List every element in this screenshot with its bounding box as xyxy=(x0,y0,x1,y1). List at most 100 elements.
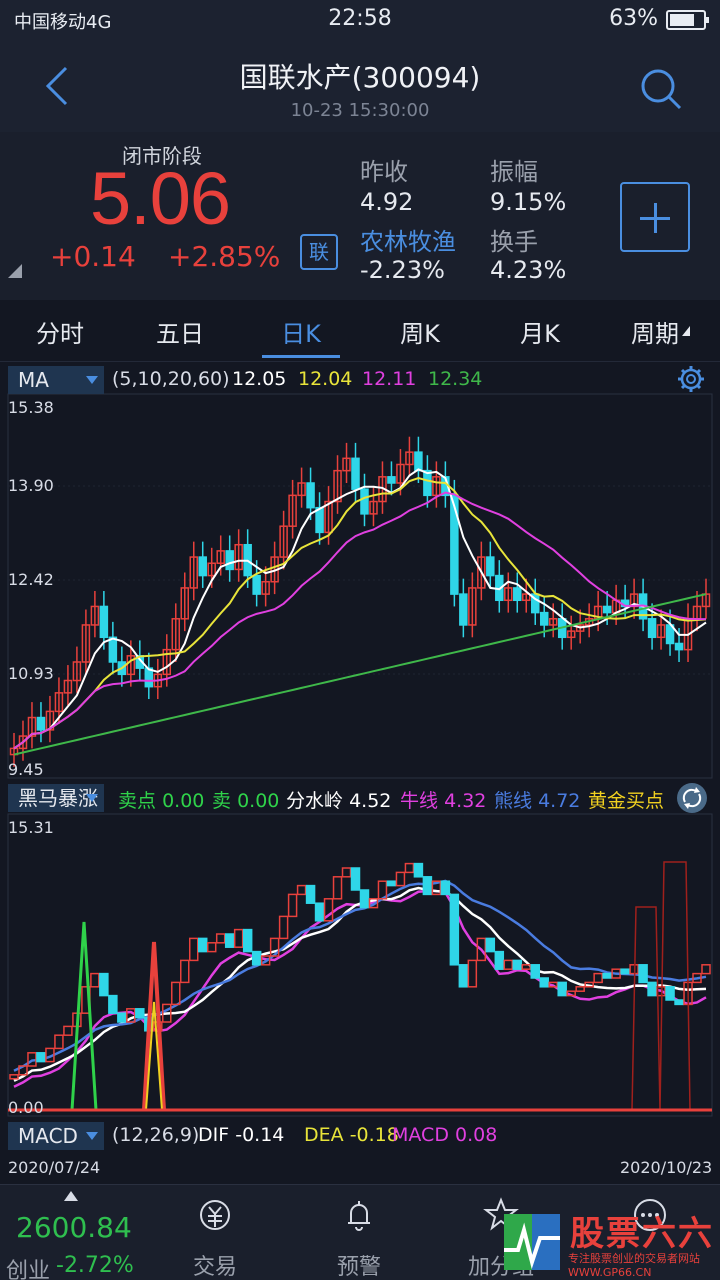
stair-box xyxy=(54,1034,64,1050)
candle-body xyxy=(414,451,423,472)
candle-body xyxy=(36,716,46,731)
candle-body xyxy=(486,556,495,577)
ind-sell: 卖 0.00 xyxy=(212,790,280,812)
ind-bear-line: 熊线 4.72 xyxy=(494,790,581,812)
sector-link[interactable]: 农林牧渔 xyxy=(360,222,456,257)
stair-box xyxy=(602,972,612,979)
nav-bar: 国联水产(300094) 10-23 15:30:00 xyxy=(0,40,720,132)
candle-body xyxy=(108,636,118,663)
watershed-line xyxy=(13,886,707,1082)
macd-dif: DIF -0.14 xyxy=(198,1124,285,1146)
period-tabs: 分时 五日 日K 周K 月K 周期 xyxy=(0,300,720,362)
stair-box xyxy=(215,933,226,944)
stair-box xyxy=(503,959,514,970)
candle-body xyxy=(513,587,522,602)
stair-box xyxy=(36,1052,46,1063)
ma10-value: 12.04 xyxy=(298,368,353,390)
tab-monthly-k[interactable]: 月K xyxy=(500,314,580,349)
prev-close-value: 4.92 xyxy=(360,188,414,216)
price-axis-2: 13.90 xyxy=(8,476,54,495)
stair-box xyxy=(539,977,549,988)
stair-box xyxy=(440,880,451,896)
stair-box xyxy=(287,893,298,918)
tab-daily-k[interactable]: 日K xyxy=(262,314,340,349)
tab-intraday[interactable]: 分时 xyxy=(20,314,100,349)
price-change: +0.14 xyxy=(50,240,136,273)
nav-alert[interactable]: 预警 xyxy=(304,1195,414,1280)
stair-box xyxy=(575,986,585,992)
turnover-value: 4.23% xyxy=(490,256,567,284)
kline-chart-svg[interactable] xyxy=(0,362,720,1180)
kline-chart-area[interactable]: MA (5,10,20,60) 12.05 12.04 12.11 12.34 … xyxy=(0,362,720,1180)
stair-box xyxy=(647,981,657,997)
macd-hist: MACD 0.08 xyxy=(392,1124,498,1146)
stair-box xyxy=(180,959,190,984)
date-start: 2020/07/24 xyxy=(8,1158,101,1177)
macd-dea: DEA -0.18 xyxy=(304,1124,399,1146)
tab-five-day[interactable]: 五日 xyxy=(140,314,220,349)
stair-box xyxy=(422,876,433,896)
quote-panel: 闭市阶段 5.06 +0.14 +2.85% 联 昨收 4.92 农林牧渔 -2… xyxy=(0,132,720,300)
ind-axis-top: 15.31 xyxy=(8,818,54,837)
candle-body xyxy=(387,476,396,484)
stock-title: 国联水产(300094) xyxy=(239,61,481,94)
candle-body xyxy=(198,556,207,577)
candle-body xyxy=(351,457,360,490)
stair-box xyxy=(467,959,478,988)
ma20-value: 12.11 xyxy=(362,368,417,390)
add-watchlist-button[interactable] xyxy=(620,182,690,252)
stair-box xyxy=(701,964,711,975)
price-change-pct: +2.85% xyxy=(168,240,281,273)
candle-body xyxy=(674,642,684,651)
index-value[interactable]: 2600.84 xyxy=(16,1211,132,1244)
stair-box xyxy=(251,950,262,966)
candle-body xyxy=(252,574,261,595)
ind-sell-point: 卖点 0.00 xyxy=(118,790,205,812)
macd-selector[interactable]: MACD xyxy=(8,1122,104,1150)
ind-watershed: 分水岭 4.52 xyxy=(286,790,392,812)
bell-icon xyxy=(348,1201,370,1231)
stair-box xyxy=(404,862,415,874)
ma5-value: 12.05 xyxy=(232,368,287,390)
index-name: 创业 xyxy=(6,1259,51,1280)
stair-box xyxy=(296,884,307,896)
stair-box xyxy=(494,950,505,970)
stair-box xyxy=(188,937,199,962)
stair-box xyxy=(278,915,289,940)
period-dropdown-icon xyxy=(682,326,690,336)
battery-percent: 63% xyxy=(609,6,658,31)
turnover-label: 换手 xyxy=(490,228,538,256)
bull-line xyxy=(13,889,707,1088)
stair-box xyxy=(171,981,181,1006)
indicator-selector[interactable]: 黑马暴涨 xyxy=(8,784,104,812)
tab-weekly-k[interactable]: 周K xyxy=(380,314,460,349)
candle-body xyxy=(99,605,109,639)
price-axis-4: 10.93 xyxy=(8,664,54,683)
watermark-title: 股票六六 xyxy=(570,1214,714,1254)
candle-body xyxy=(423,469,432,497)
trade-icon xyxy=(200,1200,230,1230)
stair-box xyxy=(413,862,424,878)
nav-alert-label: 预警 xyxy=(336,1255,381,1280)
indicator-switch-icon[interactable] xyxy=(676,782,708,814)
linked-badge[interactable]: 联 xyxy=(300,234,338,270)
sell-spike xyxy=(70,921,98,1111)
search-icon[interactable] xyxy=(636,64,684,112)
amplitude-value: 9.15% xyxy=(490,188,567,216)
stair-box xyxy=(350,867,361,891)
ma60-value: 12.34 xyxy=(428,368,483,390)
candle-body xyxy=(647,618,657,639)
quote-timestamp: 10-23 15:30:00 xyxy=(290,100,430,121)
candle-body xyxy=(459,593,468,626)
date-end: 2020/10/23 xyxy=(620,1158,713,1177)
price-axis-bottom: 9.45 xyxy=(8,760,44,779)
index-expand-icon[interactable] xyxy=(64,1191,78,1201)
ma-selector[interactable]: MA xyxy=(8,366,104,394)
nav-trade[interactable]: 交易 xyxy=(160,1195,270,1280)
stair-box xyxy=(99,972,109,997)
macd-selector-label: MACD xyxy=(18,1124,78,1148)
stair-box xyxy=(135,1008,145,1019)
candle-body xyxy=(306,482,315,509)
stair-box xyxy=(593,972,603,984)
settings-gear-icon[interactable] xyxy=(676,364,706,394)
